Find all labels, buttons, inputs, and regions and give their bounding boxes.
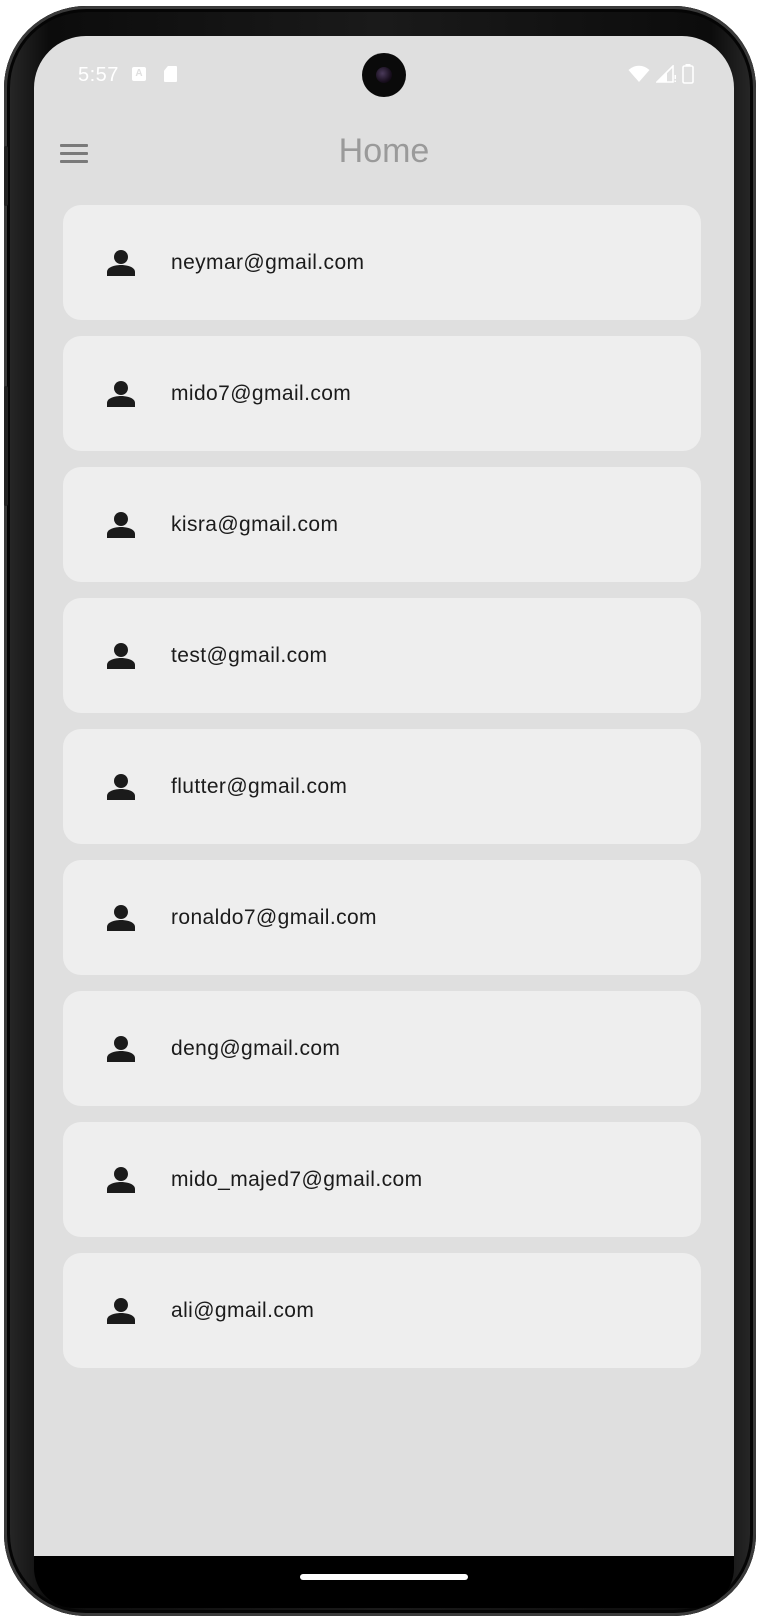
list-item[interactable]: flutter@gmail.com: [63, 729, 701, 844]
status-time: 5:57: [78, 64, 119, 86]
status-bar: 5:57 A: [34, 36, 734, 112]
list-item[interactable]: ronaldo7@gmail.com: [63, 860, 701, 975]
list-item[interactable]: kisra@gmail.com: [63, 467, 701, 582]
person-icon: [107, 905, 135, 931]
user-email: mido7@gmail.com: [171, 382, 352, 405]
user-email: neymar@gmail.com: [171, 251, 365, 274]
sd-card-icon: [164, 66, 177, 82]
user-email: deng@gmail.com: [171, 1037, 341, 1060]
front-camera: [362, 53, 406, 97]
person-icon: [107, 1036, 135, 1062]
app-screen: 5:57 A Home neymar@gmail.com mido7@gmail…: [34, 36, 734, 1556]
person-icon: [107, 250, 135, 276]
user-email: ali@gmail.com: [171, 1299, 315, 1322]
app-bar: Home: [34, 112, 734, 196]
user-list: neymar@gmail.com mido7@gmail.com kisra@g…: [63, 205, 705, 1384]
battery-icon: [682, 64, 694, 84]
person-icon: [107, 643, 135, 669]
side-button: [4, 386, 8, 506]
person-icon: [107, 1298, 135, 1324]
home-indicator[interactable]: [300, 1574, 468, 1580]
person-icon: [107, 381, 135, 407]
side-button: [4, 146, 8, 206]
person-icon: [107, 1167, 135, 1193]
status-icons: [628, 64, 694, 84]
person-icon: [107, 512, 135, 538]
list-item[interactable]: deng@gmail.com: [63, 991, 701, 1106]
user-email: kisra@gmail.com: [171, 513, 339, 536]
user-email: test@gmail.com: [171, 644, 328, 667]
signal-icon: [656, 65, 676, 83]
wifi-icon: [628, 65, 650, 82]
person-icon: [107, 774, 135, 800]
user-email: mido_majed7@gmail.com: [171, 1168, 423, 1191]
notification-a-icon: A: [132, 67, 146, 81]
list-item[interactable]: neymar@gmail.com: [63, 205, 701, 320]
list-item[interactable]: mido7@gmail.com: [63, 336, 701, 451]
page-title: Home: [338, 132, 430, 170]
user-email: flutter@gmail.com: [171, 775, 348, 798]
user-email: ronaldo7@gmail.com: [171, 906, 377, 929]
list-item[interactable]: test@gmail.com: [63, 598, 701, 713]
list-item[interactable]: mido_majed7@gmail.com: [63, 1122, 701, 1237]
list-item[interactable]: ali@gmail.com: [63, 1253, 701, 1368]
navigation-bar: [34, 1556, 734, 1608]
